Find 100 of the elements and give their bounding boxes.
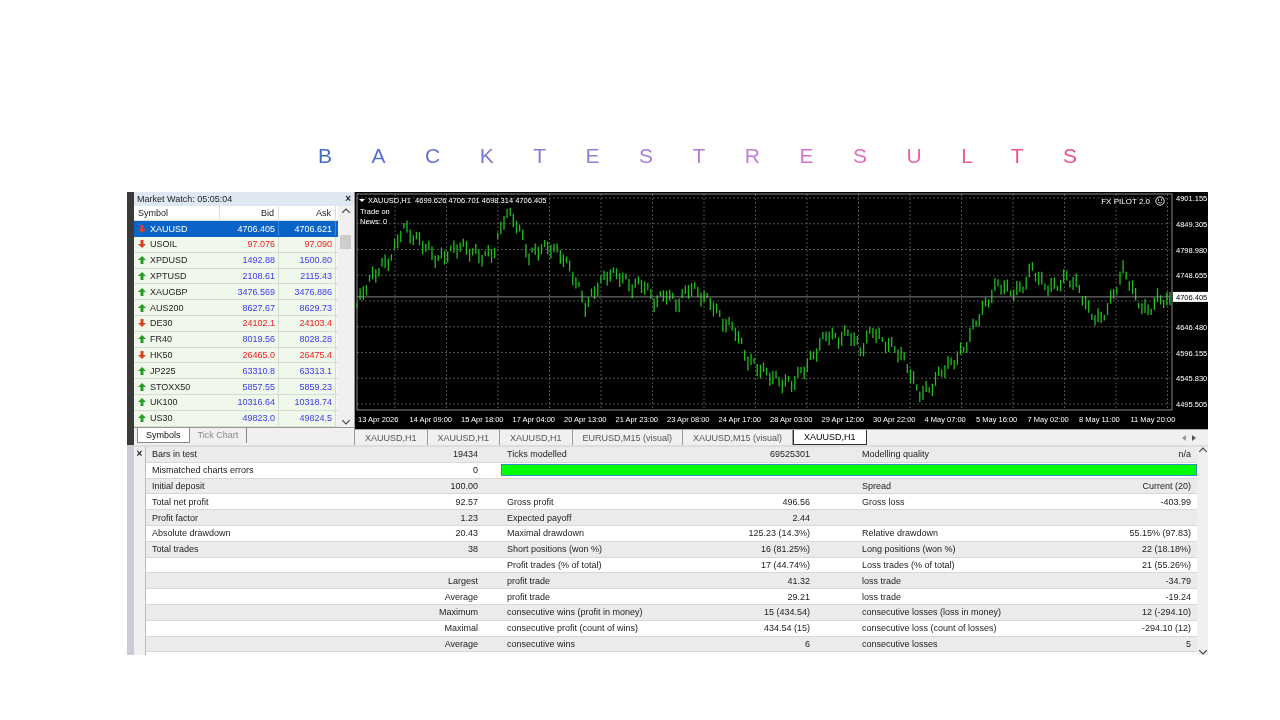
report-cell: Spread: [862, 481, 892, 491]
ask-price: 24103.4: [279, 316, 336, 331]
report-cell: -403.99: [1160, 496, 1191, 507]
bid-price: 1492.88: [220, 252, 279, 268]
report-cell: Modelling quality: [862, 449, 930, 460]
report-cell: Largest: [447, 575, 478, 586]
report-cell: 17 (44.74%): [760, 559, 810, 570]
bid-price: 26465.0: [220, 347, 279, 363]
scrollbar[interactable]: [1197, 447, 1208, 655]
report-cell: -34.79: [1165, 575, 1191, 586]
report-cell: 16 (81.25%): [760, 544, 810, 555]
report-cell: 12 (-294.10): [1141, 607, 1191, 618]
symbol-name: STOXX50: [150, 381, 191, 392]
report-cell: Maximum: [439, 607, 478, 618]
report-cell: 496.56: [782, 496, 810, 507]
report-cell: 19434: [452, 449, 478, 460]
report-cell: 69525301: [769, 449, 810, 460]
report-cell: 92.57: [455, 496, 478, 507]
ask-price: 5859.23: [279, 379, 336, 394]
right-arrow-icon[interactable]: [1192, 434, 1196, 441]
report-cell: Loss trades (% of total): [862, 559, 955, 570]
report-cell: Short positions (won %): [507, 544, 603, 555]
report-cell: 125.23 (14.3%): [748, 528, 810, 539]
report-cell: Ticks modelled: [507, 449, 567, 460]
expert-name: FX PILOT 2.0: [1101, 197, 1150, 206]
close-icon[interactable]: ×: [345, 193, 351, 204]
report-cell: -294.10 (12): [1141, 623, 1191, 634]
bid-price: 4706.405: [220, 221, 279, 236]
ask-price: 3476.886: [279, 284, 336, 300]
ask-price: 10318.74: [279, 394, 336, 410]
symbol-name: USOIL: [150, 239, 177, 250]
report-cell: 22 (18.18%): [1141, 544, 1191, 555]
symbol-name: XPDUSD: [150, 255, 188, 266]
panel-title: Market Watch: 05:05:04: [137, 193, 233, 204]
scroll-up-icon[interactable]: [1198, 447, 1207, 452]
report-cell: 5: [1186, 638, 1191, 649]
dropdown-triangle-icon[interactable]: [359, 199, 365, 202]
report-cell: Maximal: [444, 623, 478, 634]
report-cell: 41.32: [787, 575, 810, 586]
bid-price: 5857.55: [220, 379, 279, 394]
report-cell: consecutive losses: [862, 638, 938, 649]
bid-price: 49823.0: [220, 410, 279, 426]
report-cell: loss trade: [862, 575, 902, 586]
bid-price: 97.076: [220, 237, 279, 252]
bid-price: 8627.67: [220, 300, 279, 315]
ask-price: 97.090: [279, 237, 336, 252]
report-cell: 6: [805, 638, 810, 649]
report-cell: consecutive wins (profit in money): [507, 607, 643, 618]
bid-price: 10316.64: [220, 394, 279, 410]
scroll-down-icon[interactable]: [1198, 650, 1207, 655]
chart-tab[interactable]: XAUUSD,H1: [793, 430, 867, 445]
report-cell: Gross profit: [507, 496, 554, 507]
report-cell: loss trade: [862, 591, 902, 602]
scroll-up-icon[interactable]: [341, 207, 350, 213]
report-cell: Long positions (won %): [862, 544, 956, 555]
ask-price: 2115.43: [279, 268, 336, 284]
report-cell: 2.44: [792, 512, 810, 523]
column-header[interactable]: Bid: [220, 205, 279, 221]
symbol-name: UK100: [150, 397, 178, 408]
bid-price: 3476.569: [220, 284, 279, 300]
report-cell: profit trade: [507, 591, 551, 602]
close-icon[interactable]: ×: [136, 449, 143, 655]
symbol-name: FR40: [150, 334, 172, 345]
smiley-icon: [1155, 196, 1165, 206]
report-cell: Gross loss: [862, 496, 905, 507]
report-cell: Bars in test: [152, 449, 198, 460]
report-cell: Profit trades (% of total): [507, 559, 602, 570]
report-cell: 55.15% (97.83): [1129, 528, 1191, 539]
report-cell: profit trade: [507, 575, 551, 586]
scroll-thumb[interactable]: [340, 234, 351, 249]
symbol-name: XPTUSD: [150, 271, 187, 281]
report-cell: Mismatched charts errors: [152, 465, 254, 476]
panel-tab[interactable]: Symbols: [137, 427, 190, 443]
scrollbar[interactable]: [338, 205, 353, 427]
column-header[interactable]: Symbol: [134, 205, 220, 221]
report-cell: 434.54 (15): [763, 623, 810, 634]
symbol-row[interactable]: STOXX50 5857.55 5859.23: [134, 379, 338, 395]
symbol-name: HK50: [150, 349, 173, 360]
report-cell: Profit factor: [152, 512, 198, 523]
column-header[interactable]: Ask: [279, 205, 336, 221]
scroll-down-icon[interactable]: [341, 419, 350, 425]
symbol-row[interactable]: XAUUSD 4706.405 4706.621: [134, 221, 338, 237]
report-cell: -19.24: [1165, 591, 1191, 602]
report-cell: Initial deposit: [152, 481, 205, 491]
ask-price: 8629.73: [279, 300, 336, 315]
report-cell: consecutive loss (count of losses): [862, 623, 997, 634]
report-cell: Relative drawdown: [862, 528, 939, 539]
symbol-name: DE30: [150, 318, 173, 329]
symbol-row[interactable]: USOIL 97.076 97.090: [134, 237, 338, 253]
symbol-row[interactable]: XAUGBP 3476.569 3476.886: [134, 284, 338, 301]
report-cell: Total net profit: [152, 496, 209, 507]
report-cell: 15 (434.54): [763, 607, 810, 618]
symbol-name: XAUUSD: [150, 223, 188, 234]
ask-price: 26475.4: [279, 347, 336, 363]
report-cell: Expected payoff: [507, 512, 572, 523]
symbol-name: XAUGBP: [150, 286, 188, 297]
report-cell: Current (20): [1142, 481, 1191, 491]
report-cell: n/a: [1178, 449, 1191, 460]
symbol-row[interactable]: JP225 63310.8 63313.1: [134, 363, 338, 380]
symbol-row[interactable]: AUS200 8627.67 8629.73: [134, 300, 338, 316]
